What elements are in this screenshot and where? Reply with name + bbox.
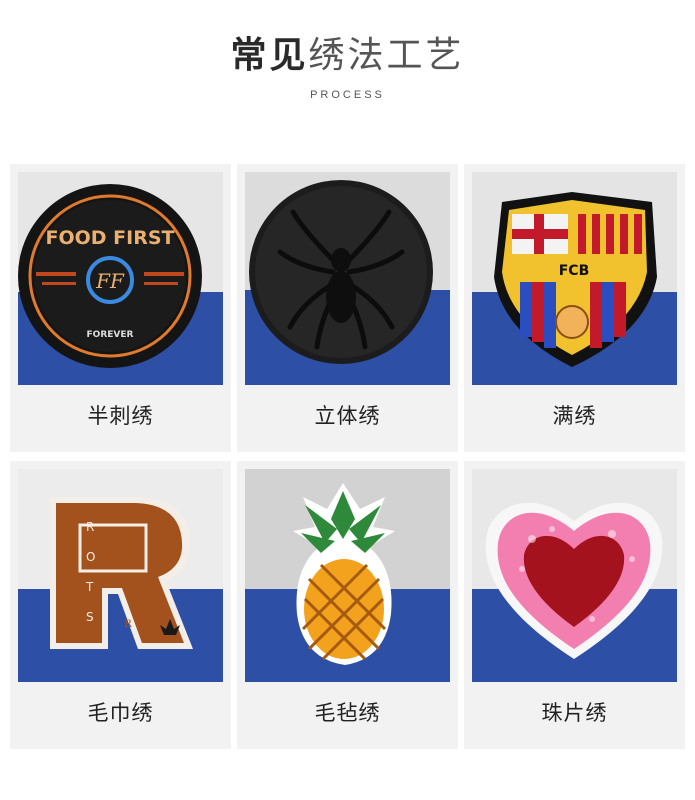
card-sequin-embroidery[interactable]: 珠片绣 (464, 461, 685, 749)
card-label: 毛毡绣 (314, 701, 381, 725)
card-full-embroidery[interactable]: FCB 满绣 (464, 164, 685, 452)
patch-side-s: S (86, 610, 94, 624)
patch-side-t: T (85, 580, 94, 594)
page-title: 常见绣法工艺 (0, 26, 695, 78)
patch-text-bottom: FOREVER (87, 330, 134, 340)
patch-photo-spider (245, 172, 450, 385)
title-bold: 常见 (230, 35, 309, 76)
patch-photo-r-letter: R R O T S (18, 469, 223, 682)
card-label: 毛巾绣 (87, 701, 154, 725)
patch-text-mid: FF (95, 269, 125, 293)
patch-side-o: O (86, 550, 95, 564)
patch-text-top: FOOD FIRST (46, 227, 175, 249)
patch-letter: R (124, 619, 132, 630)
card-label: 半刺绣 (87, 404, 154, 428)
page-header: 常见绣法工艺 PROCESS (0, 0, 695, 120)
card-label: 立体绣 (314, 404, 381, 428)
title-light: 绣法工艺 (308, 35, 465, 76)
patch-photo-heart (472, 469, 677, 682)
card-towel-embroidery[interactable]: R R O T S 毛巾绣 (10, 461, 231, 749)
page-subtitle: PROCESS (310, 89, 385, 101)
card-half-embroidery[interactable]: FOOD FIRST FF FOREVER 半刺绣 (10, 164, 231, 452)
patch-photo-fcb: FCB (472, 172, 677, 385)
card-3d-embroidery[interactable]: 立体绣 (237, 164, 458, 452)
card-label: 珠片绣 (541, 701, 608, 725)
patch-text: FCB (559, 263, 590, 279)
patch-photo-pineapple (245, 469, 450, 682)
patch-side-r: R (86, 520, 94, 534)
patch-photo-food-first: FOOD FIRST FF FOREVER (18, 172, 223, 385)
card-felt-embroidery[interactable]: 毛毡绣 (237, 461, 458, 749)
card-label: 满绣 (552, 404, 597, 428)
